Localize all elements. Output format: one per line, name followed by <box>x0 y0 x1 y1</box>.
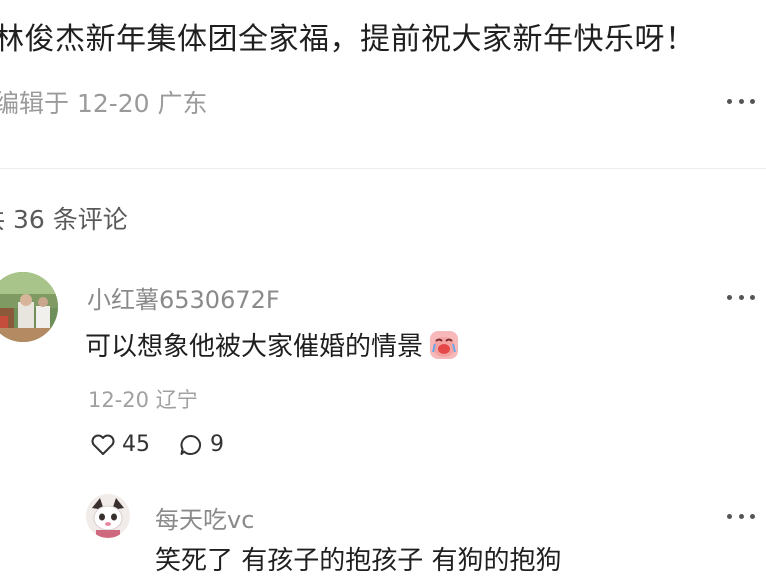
comment-text-label: 可以想象他被大家催婚的情景 <box>85 332 424 362</box>
post-detail-page: 林俊杰新年集体团全家福，提前祝大家新年快乐呀！ 编辑于 12-20 广东 共 3… <box>0 0 766 578</box>
crying-face-icon <box>429 330 459 360</box>
comment-count: 共 36 条评论 <box>0 205 128 234</box>
post-edit-meta: 编辑于 12-20 广东 <box>0 89 208 118</box>
reply-more-icon[interactable] <box>727 512 755 520</box>
avatar-photo <box>86 494 130 538</box>
reply-text-label: 笑死了 有孩子的抱孩子 有狗的抱狗 <box>155 546 562 576</box>
avatar[interactable] <box>86 494 130 538</box>
comment-username[interactable]: 小红薯6530672F <box>87 280 280 315</box>
avatar[interactable] <box>0 272 58 342</box>
like-count: 45 <box>122 432 150 457</box>
post-more-icon[interactable] <box>727 97 755 105</box>
like-button[interactable]: 45 <box>90 432 150 457</box>
reply-text: 笑死了 有孩子的抱孩子 有狗的抱狗 <box>155 540 562 577</box>
comment-text: 可以想象他被大家催婚的情景 <box>85 326 459 363</box>
heart-icon <box>91 434 115 455</box>
reply-count: 9 <box>210 432 224 457</box>
divider <box>0 168 766 169</box>
comment-more-icon[interactable] <box>727 293 755 301</box>
avatar-photo <box>0 272 58 342</box>
post-text: 林俊杰新年集体团全家福，提前祝大家新年快乐呀！ <box>0 22 696 57</box>
comment-bubble-icon <box>180 434 202 455</box>
reply-username[interactable]: 每天吃vc <box>155 500 254 535</box>
reply-button[interactable]: 9 <box>178 432 224 457</box>
comment-meta: 12-20 辽宁 <box>88 388 198 412</box>
